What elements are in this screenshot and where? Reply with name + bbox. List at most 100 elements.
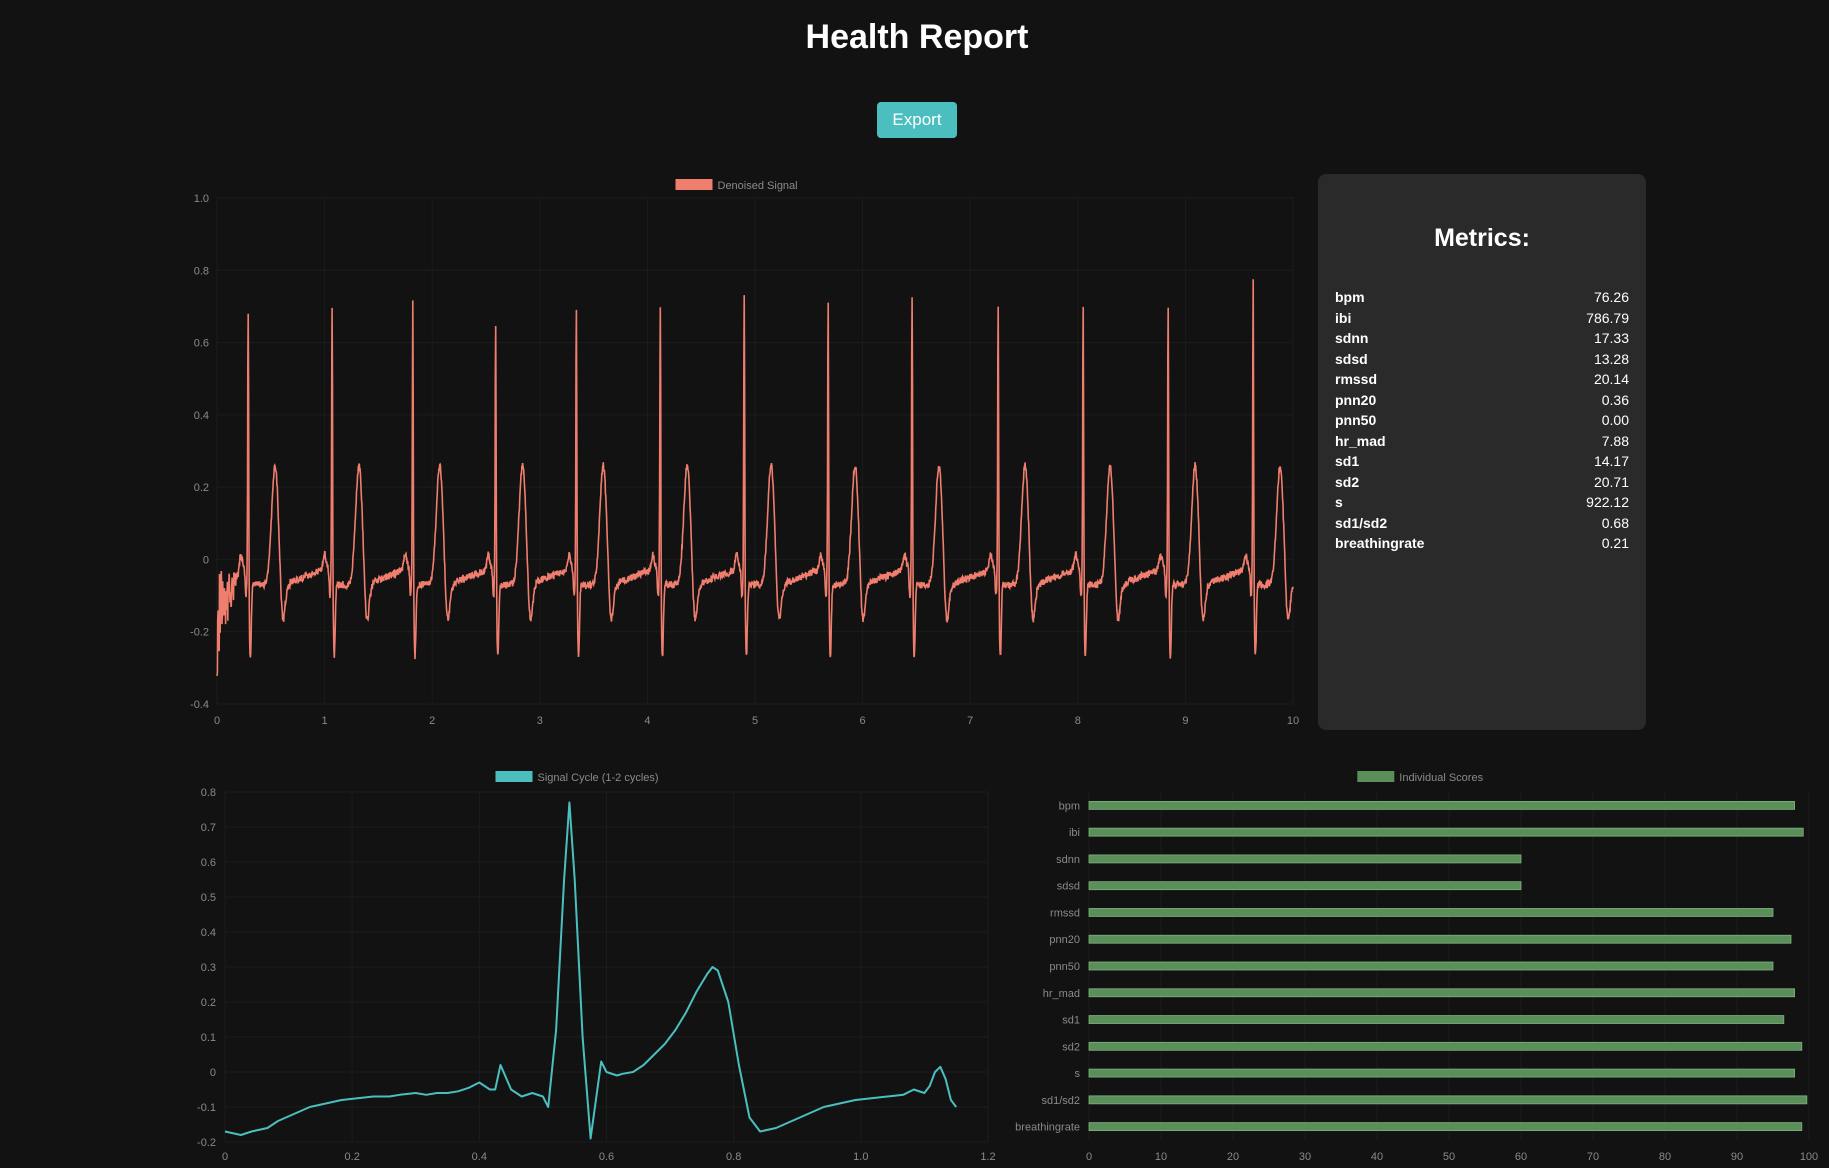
y-tick-label: 0.8: [194, 265, 209, 277]
x-tick-label: 10: [1155, 1151, 1167, 1163]
x-tick-label: 60: [1515, 1151, 1527, 1163]
metric-name: pnn20: [1335, 391, 1377, 408]
metric-row: ibi 786.79: [1335, 308, 1629, 329]
category-label: sd2: [1062, 1041, 1080, 1053]
x-tick-label: 10: [1287, 715, 1299, 727]
y-tick-label: -0.4: [190, 699, 209, 711]
metric-value: 17.33: [1593, 330, 1629, 346]
x-tick-label: 1.0: [853, 1151, 868, 1163]
y-tick-label: -0.2: [190, 627, 209, 639]
signal-cycle-chart: Signal Cycle (1-2 cycles) 0.8 0.7 0.6 0.5 0.4…: [197, 771, 996, 1163]
x-tick-label: 70: [1587, 1151, 1599, 1163]
legend-swatch: [1357, 771, 1395, 782]
category-label: sdsd: [1057, 881, 1080, 893]
metric-value: 7.88: [1601, 432, 1629, 449]
metric-name: sd1: [1335, 453, 1360, 469]
y-tick-label: 0.7: [201, 822, 216, 834]
score-bar: [1088, 1041, 1803, 1051]
metric-row: sd2 20.71: [1335, 472, 1629, 493]
y-tick-label: 0.6: [194, 338, 209, 350]
y-tick-label: 0.4: [194, 410, 209, 422]
score-bar: [1088, 1015, 1785, 1024]
x-tick-label: 0.4: [472, 1151, 487, 1163]
x-tick-label: 3: [537, 715, 543, 727]
x-tick-label: 9: [1182, 715, 1188, 727]
metric-name: breathingrate: [1335, 535, 1425, 551]
metric-name: ibi: [1335, 309, 1352, 326]
individual-scores-chart: Individual Scores 0 10 20 30 40 50 60 70 80 90 100 b…: [1015, 771, 1818, 1163]
metric-name: s: [1335, 494, 1343, 510]
x-tick-label: 1: [322, 715, 328, 727]
category-label: ibi: [1069, 827, 1080, 839]
category-label: s: [1075, 1068, 1081, 1080]
category-label: pnn20: [1049, 934, 1080, 946]
legend-swatch: [675, 179, 713, 190]
x-tick-label: 8: [1075, 715, 1081, 727]
y-tick-label: 0.2: [201, 997, 216, 1009]
metric-value: 0.36: [1601, 391, 1629, 408]
score-bar: [1088, 1122, 1803, 1132]
metric-name: rmssd: [1335, 371, 1378, 387]
metrics-title: Metrics:: [1434, 224, 1530, 252]
x-tick-label: 80: [1659, 1151, 1671, 1163]
y-tick-label: 0.3: [201, 962, 216, 974]
metric-value: 0.00: [1601, 412, 1629, 428]
page-title: Health Report: [805, 18, 1029, 56]
metric-value: 20.71: [1593, 473, 1629, 490]
x-tick-label: 6: [860, 715, 866, 727]
category-label: sdnn: [1056, 854, 1080, 866]
score-bar: [1088, 800, 1795, 810]
category-label: rmssd: [1050, 907, 1080, 919]
x-tick-label: 90: [1731, 1151, 1743, 1163]
category-label: sd1/sd2: [1041, 1095, 1080, 1107]
metric-row: sdsd 13.28: [1335, 349, 1629, 370]
legend-swatch: [495, 771, 533, 782]
y-tick-label: 0.4: [201, 927, 216, 939]
metric-value: 922.12: [1586, 494, 1629, 510]
x-tick-label: 7: [967, 715, 973, 727]
score-bar: [1088, 934, 1792, 944]
metrics-list: bpm 76.26 ibi 786.79 sdnn 17.33 sdsd 13.28 rmssd…: [1335, 287, 1629, 554]
metric-value: 0.21: [1601, 535, 1629, 551]
legend-label: Denoised Signal: [718, 180, 798, 192]
x-tick-label: 2: [429, 715, 435, 727]
category-label: pnn50: [1049, 961, 1080, 973]
y-tick-label: -0.1: [197, 1102, 216, 1114]
metric-row: pnn20 0.36: [1335, 390, 1629, 411]
x-tick-label: 40: [1371, 1151, 1383, 1163]
x-tick-label: 0: [214, 715, 220, 727]
x-tick-label: 30: [1299, 1151, 1311, 1163]
score-bar: [1088, 908, 1774, 917]
metric-value: 786.79: [1586, 309, 1629, 326]
metric-row: rmssd 20.14: [1335, 369, 1629, 390]
legend-label: Signal Cycle (1-2 cycles): [538, 772, 659, 784]
metric-name: sd1/sd2: [1335, 514, 1388, 531]
export-button[interactable]: Export: [877, 102, 957, 138]
y-tick-label: 0.5: [201, 892, 216, 904]
x-tick-label: 0: [222, 1151, 228, 1163]
y-tick-label: 1.0: [194, 193, 209, 205]
metric-value: 20.14: [1593, 371, 1629, 387]
metric-row: sdnn 17.33: [1335, 328, 1629, 349]
metric-row: breathingrate 0.21: [1335, 533, 1629, 554]
metric-value: 0.68: [1601, 514, 1629, 531]
category-label: breathingrate: [1015, 1122, 1080, 1134]
y-tick-label: 0: [210, 1067, 216, 1079]
y-tick-label: 0.8: [201, 787, 216, 799]
x-tick-label: 0.6: [599, 1151, 614, 1163]
score-bar: [1088, 1095, 1808, 1105]
score-bar: [1088, 1068, 1795, 1078]
metric-row: bpm 76.26: [1335, 287, 1629, 308]
metric-name: sdsd: [1335, 350, 1368, 367]
category-label: hr_mad: [1043, 988, 1080, 1000]
metric-name: bpm: [1335, 289, 1365, 305]
score-bar: [1088, 961, 1774, 971]
score-bar: [1088, 881, 1522, 891]
metric-name: hr_mad: [1335, 432, 1386, 449]
x-tick-label: 4: [644, 715, 650, 727]
metric-value: 14.17: [1593, 453, 1629, 469]
metric-value: 76.26: [1593, 289, 1629, 305]
x-tick-label: 0.8: [726, 1151, 741, 1163]
y-tick-label: -0.2: [197, 1137, 216, 1149]
category-label: bpm: [1059, 800, 1080, 812]
